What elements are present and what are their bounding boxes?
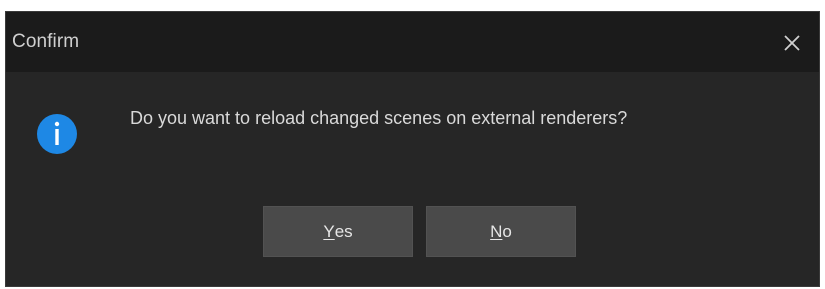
no-label: o bbox=[502, 221, 512, 241]
dialog-title: Confirm bbox=[12, 31, 80, 52]
close-button[interactable] bbox=[775, 26, 809, 60]
yes-mnemonic: Y bbox=[323, 221, 335, 241]
yes-button[interactable]: Yes bbox=[263, 206, 413, 257]
confirm-dialog: Confirm Do you want to reload changed sc… bbox=[5, 11, 820, 287]
info-icon bbox=[37, 114, 77, 154]
yes-label: es bbox=[334, 221, 353, 241]
titlebar: Confirm bbox=[6, 12, 819, 72]
no-mnemonic: N bbox=[490, 221, 503, 241]
close-icon bbox=[784, 35, 800, 51]
dialog-message: Do you want to reload changed scenes on … bbox=[130, 108, 628, 128]
no-button[interactable]: No bbox=[426, 206, 576, 257]
